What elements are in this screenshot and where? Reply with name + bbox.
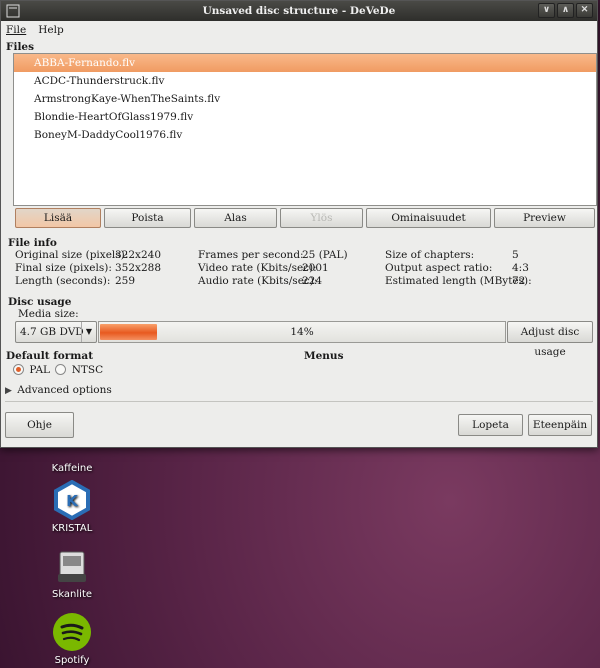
move-up-button[interactable]: Ylös — [280, 208, 363, 228]
list-item[interactable]: ACDC-Thunderstruck.flv — [14, 72, 596, 90]
preview-button[interactable]: Preview — [494, 208, 595, 228]
file-info-heading: File info — [8, 237, 57, 249]
aspect-value: 4:3 — [512, 262, 529, 274]
scanner-icon — [52, 546, 92, 586]
fps-label: Frames per second: — [198, 249, 304, 261]
list-item[interactable]: ArmstrongKaye-WhenTheSaints.flv — [14, 90, 596, 108]
menus-heading: Menus — [304, 350, 344, 362]
menu-bar: File Help — [1, 21, 597, 39]
list-item[interactable]: ABBA-Fernando.flv — [14, 54, 596, 72]
advanced-options-expander[interactable]: ▶ Advanced options — [5, 384, 112, 396]
spotify-icon — [52, 612, 92, 652]
add-button[interactable]: Lisää — [15, 208, 101, 228]
disc-usage-bar: 14% — [98, 321, 506, 343]
fps-value: 25 (PAL) — [302, 249, 348, 261]
list-item[interactable]: BoneyM-DaddyCool1976.flv — [14, 126, 596, 144]
help-button[interactable]: Ohje — [5, 412, 74, 438]
disc-usage-percent: 14% — [290, 326, 314, 338]
chapters-value: 5 — [512, 249, 519, 261]
desktop-icon-spotify[interactable]: Spotify — [38, 612, 106, 666]
desktop-icon-kristal[interactable]: K KRISTAL — [38, 479, 106, 534]
minimize-button[interactable]: ∨ — [538, 3, 555, 18]
final-size-label: Final size (pixels): — [15, 262, 112, 274]
default-format-heading: Default format — [6, 350, 94, 362]
window-title: Unsaved disc structure - DeVeDe — [202, 5, 396, 17]
desktop-icon-label: KRISTAL — [51, 523, 93, 534]
length-value: 259 — [115, 275, 136, 287]
devede-window: Unsaved disc structure - DeVeDe ∨ ∧ ✕ Fi… — [0, 0, 598, 448]
svg-text:K: K — [66, 492, 79, 510]
video-rate-label: Video rate (Kbits/sec): — [198, 262, 317, 274]
ntsc-label[interactable]: NTSC — [72, 364, 103, 376]
list-item[interactable]: Blondie-HeartOfGlass1979.flv — [14, 108, 596, 126]
close-button[interactable]: ✕ — [576, 3, 593, 18]
desktop-icon-skanlite[interactable]: Skanlite — [38, 546, 106, 600]
expander-arrow-icon: ▶ — [5, 386, 12, 396]
disc-usage-heading: Disc usage — [8, 296, 72, 308]
advanced-options-label: Advanced options — [17, 384, 112, 396]
remove-button[interactable]: Poista — [104, 208, 191, 228]
maximize-button[interactable]: ∧ — [557, 3, 574, 18]
move-down-button[interactable]: Alas — [194, 208, 277, 228]
original-size-label: Original size (pixels): — [15, 249, 129, 261]
pal-label[interactable]: PAL — [29, 364, 50, 376]
original-size-value: 322x240 — [115, 249, 162, 261]
audio-rate-label: Audio rate (Kbits/sec): — [198, 275, 318, 287]
format-radio-group: PAL NTSC — [13, 364, 103, 376]
audio-rate-value: 224 — [302, 275, 323, 287]
properties-button[interactable]: Ominaisuudet — [366, 208, 491, 228]
chevron-down-icon: ▼ — [81, 322, 96, 342]
length-label: Length (seconds): — [15, 275, 111, 287]
quit-button[interactable]: Lopeta — [458, 414, 523, 436]
chapters-label: Size of chapters: — [385, 249, 475, 261]
pal-radio[interactable] — [13, 364, 24, 375]
desktop-icon-label: Spotify — [54, 655, 90, 666]
app-icon[interactable] — [6, 4, 20, 18]
title-bar[interactable]: Unsaved disc structure - DeVeDe ∨ ∧ ✕ — [1, 1, 597, 21]
aspect-label: Output aspect ratio: — [385, 262, 493, 274]
menu-file[interactable]: File — [6, 24, 26, 36]
desktop-icon-label: Skanlite — [51, 589, 93, 600]
kristal-icon: K — [52, 479, 92, 521]
menu-help[interactable]: Help — [38, 24, 63, 36]
ntsc-radio[interactable] — [55, 364, 67, 375]
media-size-label: Media size: — [18, 308, 79, 320]
desktop-icon-label: Kaffeine — [51, 463, 93, 474]
est-length-label: Estimated length (MBytes): — [385, 275, 532, 287]
media-size-value: 4.7 GB DVD — [20, 326, 84, 338]
adjust-disc-usage-button[interactable]: Adjust disc usage — [507, 321, 593, 358]
next-button[interactable]: Eteenpäin — [528, 414, 592, 436]
est-length-value: 72 — [512, 275, 526, 287]
divider — [5, 401, 593, 402]
media-size-dropdown[interactable]: 4.7 GB DVD ▼ — [15, 321, 97, 343]
video-rate-value: 2001 — [302, 262, 329, 274]
final-size-value: 352x288 — [115, 262, 162, 274]
file-list[interactable]: ABBA-Fernando.flv ACDC-Thunderstruck.flv… — [13, 53, 597, 206]
files-heading: Files — [6, 41, 35, 53]
